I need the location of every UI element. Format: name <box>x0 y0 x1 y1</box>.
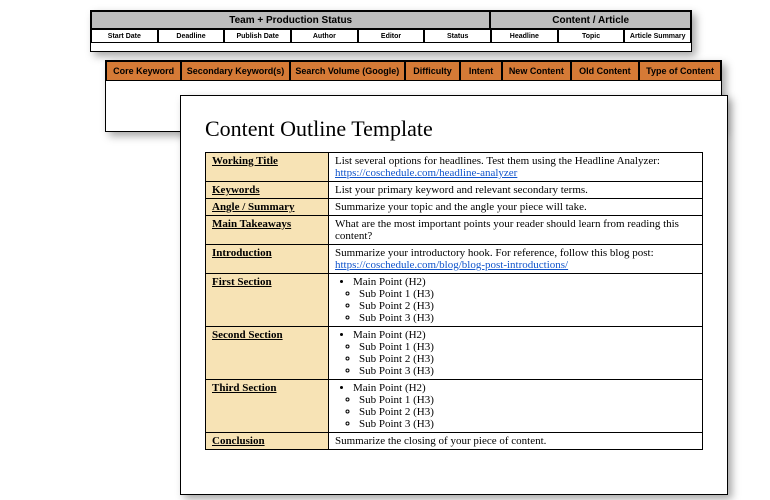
row-third-section: Third Section Main Point (H2) Sub Point … <box>206 380 703 433</box>
col-start-date: Start Date <box>91 29 158 43</box>
col-secondary-keywords: Secondary Keyword(s) <box>181 61 289 81</box>
col-core-keyword: Core Keyword <box>106 61 181 81</box>
value-third-section: Main Point (H2) Sub Point 1 (H3) Sub Poi… <box>329 380 703 433</box>
row-conclusion: Conclusion Summarize the closing of your… <box>206 433 703 450</box>
label-main-takeaways: Main Takeaways <box>206 216 329 245</box>
link-blog-post-intros[interactable]: https://coschedule.com/blog/blog-post-in… <box>335 259 568 271</box>
spreadsheet-back-layer: Team + Production Status Content / Artic… <box>90 10 692 52</box>
back-sub-row: Start Date Deadline Publish Date Author … <box>91 29 691 43</box>
row-first-section: First Section Main Point (H2) Sub Point … <box>206 274 703 327</box>
back-group-team: Team + Production Status <box>91 11 490 29</box>
label-third-section: Third Section <box>206 380 329 433</box>
outline-table: Working Title List several options for h… <box>205 152 703 450</box>
col-author: Author <box>291 29 358 43</box>
col-status: Status <box>424 29 491 43</box>
row-introduction: Introduction Summarize your introductory… <box>206 245 703 274</box>
label-angle-summary: Angle / Summary <box>206 199 329 216</box>
col-article-summary: Article Summary <box>624 29 691 43</box>
row-working-title: Working Title List several options for h… <box>206 153 703 182</box>
value-second-section: Main Point (H2) Sub Point 1 (H3) Sub Poi… <box>329 327 703 380</box>
label-first-section: First Section <box>206 274 329 327</box>
row-second-section: Second Section Main Point (H2) Sub Point… <box>206 327 703 380</box>
value-keywords: List your primary keyword and relevant s… <box>329 182 703 199</box>
label-working-title: Working Title <box>206 153 329 182</box>
col-topic: Topic <box>558 29 625 43</box>
row-angle-summary: Angle / Summary Summarize your topic and… <box>206 199 703 216</box>
value-working-title: List several options for headlines. Test… <box>329 153 703 182</box>
mid-header-row: Core Keyword Secondary Keyword(s) Search… <box>106 61 721 81</box>
value-conclusion: Summarize the closing of your piece of c… <box>329 433 703 450</box>
col-publish-date: Publish Date <box>224 29 291 43</box>
label-introduction: Introduction <box>206 245 329 274</box>
col-difficulty: Difficulty <box>405 61 460 81</box>
col-editor: Editor <box>358 29 425 43</box>
value-introduction: Summarize your introductory hook. For re… <box>329 245 703 274</box>
link-headline-analyzer[interactable]: https://coschedule.com/headline-analyzer <box>335 167 517 179</box>
page-title: Content Outline Template <box>205 116 703 142</box>
content-outline-document: Content Outline Template Working Title L… <box>180 95 728 495</box>
col-deadline: Deadline <box>158 29 225 43</box>
value-first-section: Main Point (H2) Sub Point 1 (H3) Sub Poi… <box>329 274 703 327</box>
col-search-volume: Search Volume (Google) <box>290 61 405 81</box>
row-main-takeaways: Main Takeaways What are the most importa… <box>206 216 703 245</box>
col-new-content: New Content <box>502 61 571 81</box>
value-main-takeaways: What are the most important points your … <box>329 216 703 245</box>
label-conclusion: Conclusion <box>206 433 329 450</box>
value-angle-summary: Summarize your topic and the angle your … <box>329 199 703 216</box>
col-intent: Intent <box>460 61 502 81</box>
back-group-content: Content / Article <box>490 11 691 29</box>
col-old-content: Old Content <box>571 61 640 81</box>
row-keywords: Keywords List your primary keyword and r… <box>206 182 703 199</box>
col-headline: Headline <box>491 29 558 43</box>
label-keywords: Keywords <box>206 182 329 199</box>
col-type-of-content: Type of Content <box>639 61 721 81</box>
back-header-row: Team + Production Status Content / Artic… <box>91 11 691 29</box>
label-second-section: Second Section <box>206 327 329 380</box>
